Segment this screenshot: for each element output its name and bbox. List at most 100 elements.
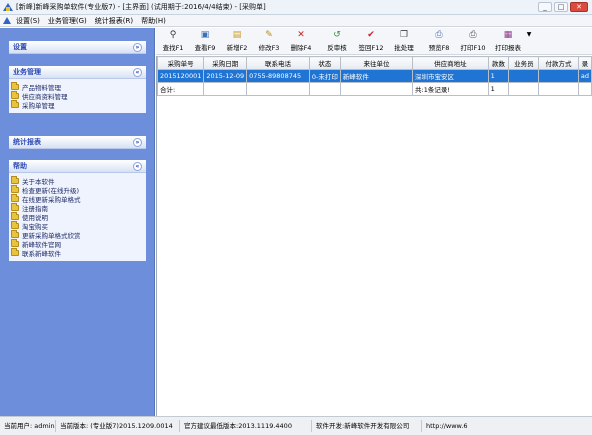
panel-reports-header[interactable]: 统计报表 » (9, 136, 146, 149)
status-current-user: 当前用户: admin (0, 420, 56, 432)
status-developer: 软件开发:新峰软件开发有限公司 (312, 420, 422, 432)
toolbar-label: 反审核 (327, 44, 347, 52)
column-header[interactable]: 录 (577, 56, 592, 70)
batch-button[interactable]: ❐ 批处理 (391, 30, 417, 53)
app-logo-icon (3, 2, 13, 12)
column-header[interactable]: 采购日期 (203, 56, 248, 70)
summary-cell (246, 82, 310, 96)
panel-business: 业务管理 « 产品物料管理 供应商资料管理 采购单管理 (9, 66, 146, 113)
status-bar: 当前用户: admin 当前版本: (专业版7)2015.1209.0014 官… (0, 416, 592, 435)
column-header[interactable]: 状态 (308, 56, 341, 70)
summary-cell: 1 (487, 82, 510, 96)
unaudit-icon: ↺ (333, 30, 341, 40)
unaudit-button[interactable]: ↺ 反审核 (324, 30, 350, 53)
menu-help[interactable]: 帮助(H) (137, 16, 170, 26)
table-cell: ad (577, 69, 592, 83)
preview-button[interactable]: ⎙ 预览F8 (426, 30, 452, 53)
summary-row: 合计: 共:1条记录! 1 (156, 82, 592, 96)
toolbar-label: 新增F2 (226, 44, 248, 52)
print-report-icon: ▦ (503, 30, 513, 40)
window-title: [新峰]新峰采购单软件(专业版7) - [主界面] (试用期于:2016/4/4… (16, 3, 266, 11)
column-header[interactable]: 供应商地址 (412, 56, 489, 70)
table-cell: 2015120001 (156, 69, 205, 83)
status-min-version: 官方建议最低版本:2013.1119.4400 (180, 420, 312, 432)
menu-business[interactable]: 业务管理(G) (44, 16, 91, 26)
table-row[interactable]: 2015120001 2015-12-09 0755-89808745 0-未打… (156, 69, 592, 83)
sidebar-item-label: 采购单管理 (22, 101, 55, 110)
new-button[interactable]: ▤ 新增F2 (224, 30, 250, 53)
summary-cell: 共:1条记录! (412, 82, 489, 96)
delete-icon: ✕ (297, 30, 305, 40)
print-button[interactable]: ⎙ 打印F10 (458, 30, 488, 53)
toolbar-label: 查找F1 (162, 44, 184, 52)
toolbar-label: 删除F4 (290, 44, 312, 52)
menu-app-icon[interactable] (3, 16, 12, 25)
binoculars-icon: ⚲ (169, 30, 177, 40)
column-header[interactable]: 业务员 (508, 56, 540, 70)
column-header[interactable]: 采购单号 (156, 56, 205, 70)
table-cell (538, 69, 579, 83)
toolbar-label: 打印报表 (495, 44, 521, 52)
preview-icon: ⎙ (435, 30, 443, 40)
panel-settings: 设置 » (9, 41, 146, 54)
summary-cell (203, 82, 248, 96)
sidebar-item-contact[interactable]: 联系新峰软件 (11, 247, 144, 258)
print-icon: ⎙ (469, 30, 477, 40)
menu-bar: 设置(S) 业务管理(G) 统计报表(R) 帮助(H) (0, 15, 592, 27)
folder-icon (11, 175, 19, 184)
toolbar-label: 预览F8 (428, 44, 450, 52)
folder-icon (11, 81, 19, 90)
summary-cell (339, 82, 414, 96)
check-icon: ✔ (367, 30, 375, 40)
summary-cell (577, 82, 592, 96)
column-header[interactable]: 付款方式 (538, 56, 579, 70)
collapse-chevron-icon[interactable]: « (133, 67, 142, 77)
print-report-dropdown[interactable]: ▼ (525, 30, 533, 53)
toolbar-label: 修改F3 (258, 44, 280, 52)
table-header-row: 采购单号 采购日期 联系电话 状态 来往单位 供应商地址 款数 业务员 付款方式… (156, 56, 592, 70)
expand-chevron-icon[interactable]: » (133, 42, 142, 52)
data-table: 采购单号 采购日期 联系电话 状态 来往单位 供应商地址 款数 业务员 付款方式… (156, 56, 592, 96)
folder-icon (11, 193, 19, 202)
column-header[interactable]: 联系电话 (246, 56, 310, 70)
view-button[interactable]: ▣ 查看F9 (192, 30, 218, 53)
folder-icon (11, 202, 19, 211)
expand-chevron-icon[interactable]: » (133, 137, 142, 147)
panel-help: 帮助 « 关于本软件 检查更新(在线升级) 在线更新采购单格式 注册指南 使用说… (9, 160, 146, 261)
toolbar-label: 批处理 (394, 44, 414, 52)
delete-button[interactable]: ✕ 删除F4 (288, 30, 314, 53)
find-button[interactable]: ⚲ 查找F1 (160, 30, 186, 53)
folder-icon (11, 220, 19, 229)
folder-icon (11, 229, 19, 238)
panel-business-header[interactable]: 业务管理 « (9, 66, 146, 79)
panel-reports: 统计报表 » (9, 136, 146, 149)
table-cell: 2015-12-09 (203, 69, 248, 83)
collapse-chevron-icon[interactable]: « (133, 161, 142, 171)
new-document-icon: ▤ (232, 30, 242, 40)
minimize-button[interactable]: _ (538, 2, 552, 12)
edit-button[interactable]: ✎ 修改F3 (256, 30, 282, 53)
status-current-version: 当前版本: (专业版7)2015.1209.0014 (56, 420, 180, 432)
folder-icon (11, 247, 19, 256)
menu-settings[interactable]: 设置(S) (12, 16, 44, 26)
window-controls: _ □ ✕ (538, 2, 588, 12)
column-header[interactable]: 来往单位 (339, 56, 414, 70)
folder-icon (11, 184, 19, 193)
panel-settings-header[interactable]: 设置 » (9, 41, 146, 54)
panel-help-header[interactable]: 帮助 « (9, 160, 146, 173)
restore-button[interactable]: □ (554, 2, 568, 12)
sign-back-button[interactable]: ✔ 签回F12 (357, 30, 385, 53)
close-button[interactable]: ✕ (570, 2, 588, 12)
menu-reports[interactable]: 统计报表(R) (91, 16, 137, 26)
summary-cell (308, 82, 341, 96)
column-header[interactable]: 款数 (487, 56, 510, 70)
summary-cell (508, 82, 540, 96)
table-cell: 1 (487, 69, 510, 83)
toolbar: ⚲ 查找F1 ▣ 查看F9 ▤ 新增F2 ✎ 修改F3 ✕ 删除F4 ↺ 反审核… (156, 28, 592, 55)
summary-cell: 合计: (156, 82, 205, 96)
purchase-order-grid: 采购单号 采购日期 联系电话 状态 来往单位 供应商地址 款数 业务员 付款方式… (156, 56, 592, 416)
print-report-button[interactable]: ▦ 打印报表 (492, 30, 524, 53)
summary-cell (538, 82, 579, 96)
status-website-link[interactable]: http://www.6 (422, 420, 471, 432)
sidebar-item-purchase-orders[interactable]: 采购单管理 (11, 99, 144, 110)
